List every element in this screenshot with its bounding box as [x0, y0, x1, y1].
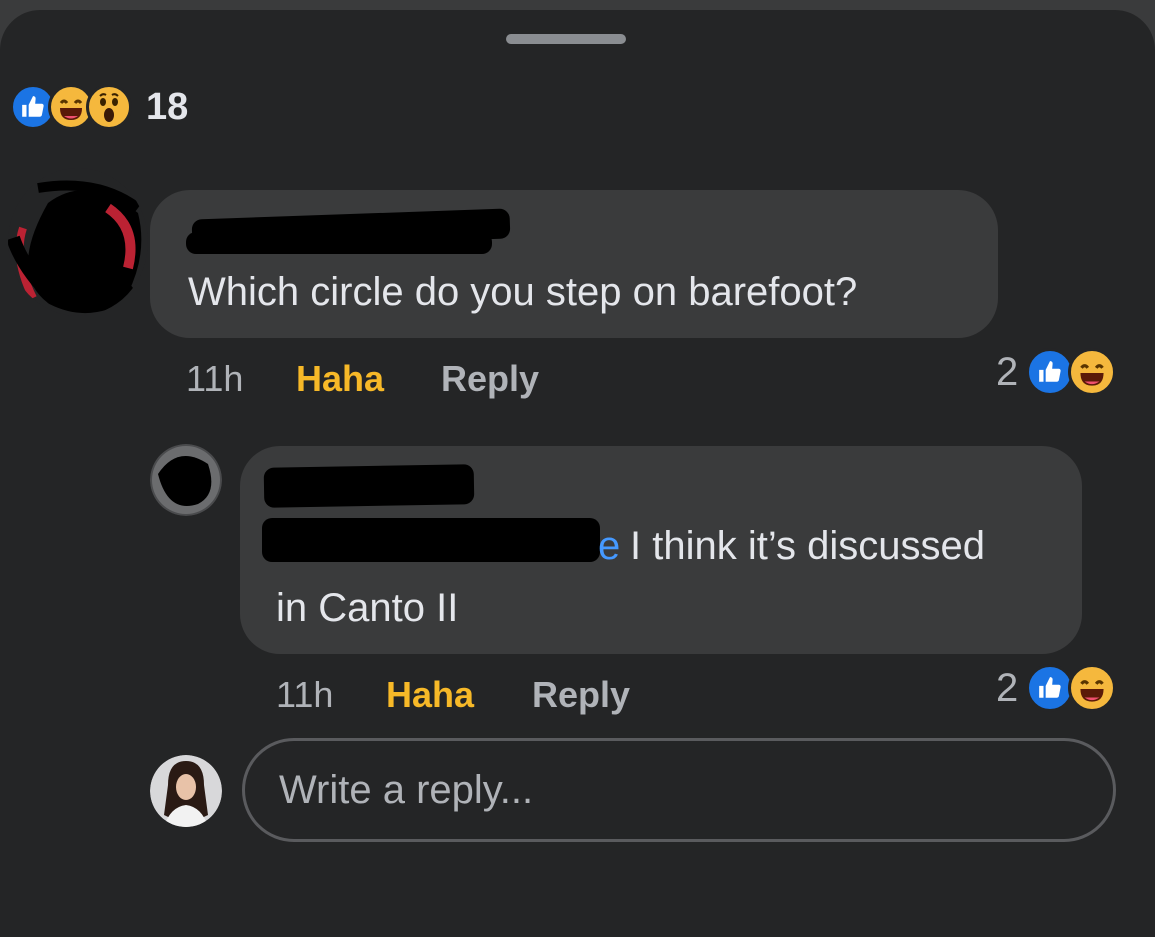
current-user-avatar [150, 755, 222, 827]
avatar[interactable] [150, 444, 222, 516]
reaction-count: 18 [146, 85, 189, 128]
haha-reaction-button[interactable]: Haha [386, 674, 474, 716]
comment-reactions[interactable]: 2 [996, 664, 1117, 712]
post-reaction-summary[interactable]: 18 [10, 82, 188, 132]
reply-button[interactable]: Reply [441, 358, 539, 400]
author-name-redacted [186, 232, 492, 254]
like-icon [1026, 348, 1075, 396]
reply-input[interactable] [242, 738, 1116, 842]
like-icon [1026, 664, 1075, 712]
comment-timestamp[interactable]: 11h [276, 674, 333, 716]
comment-reaction-count: 2 [996, 665, 1019, 710]
haha-icon [1068, 664, 1117, 712]
haha-icon [1068, 348, 1117, 396]
drag-handle[interactable] [506, 34, 626, 44]
author-name-redacted[interactable] [263, 464, 475, 508]
comment-reaction-count: 2 [996, 349, 1019, 394]
comment-reactions[interactable]: 2 [996, 348, 1117, 396]
mention-tail[interactable]: e [598, 516, 620, 576]
comment-text-line2: in Canto II [276, 586, 459, 630]
comment-text-line1: I think it’s discussed [630, 524, 985, 568]
mention-redacted [262, 518, 600, 562]
comment-text: Which circle do you step on barefoot? [188, 270, 858, 314]
comment-timestamp[interactable]: 11h [186, 358, 243, 400]
avatar[interactable] [8, 168, 148, 316]
reply-button[interactable]: Reply [532, 674, 630, 716]
wow-icon [86, 84, 132, 130]
haha-reaction-button[interactable]: Haha [296, 358, 384, 400]
